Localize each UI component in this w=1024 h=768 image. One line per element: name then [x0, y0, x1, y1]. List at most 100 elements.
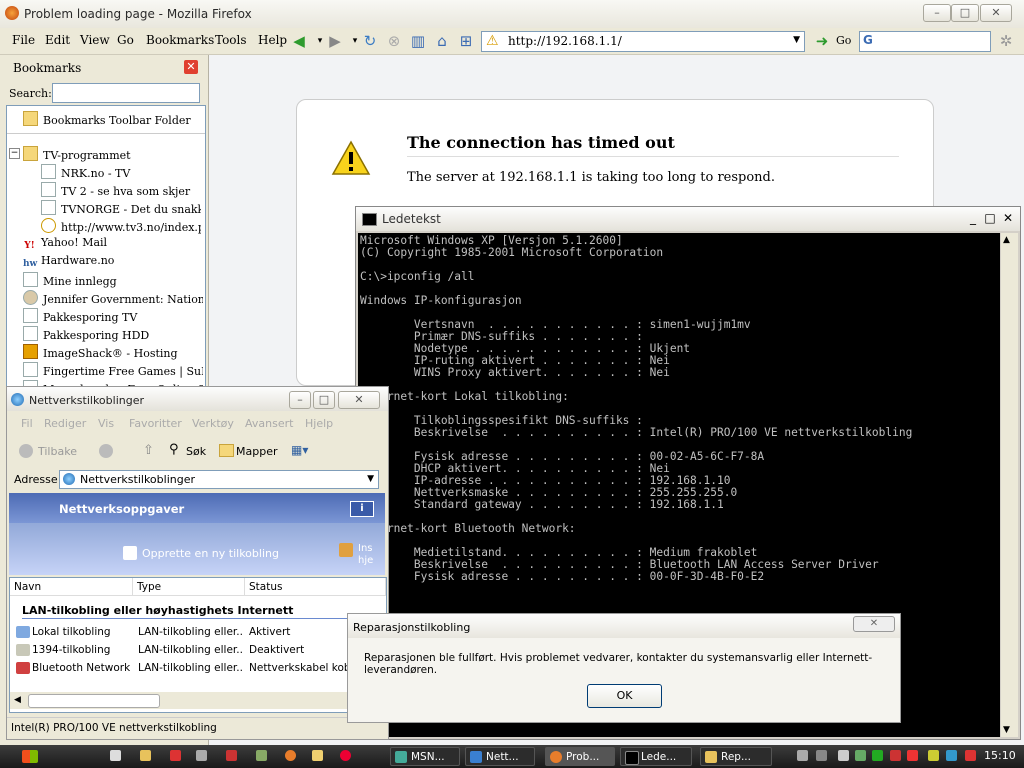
- forward-icon[interactable]: [99, 444, 113, 458]
- horizontal-scrollbar[interactable]: ◀: [10, 692, 386, 709]
- menu-go[interactable]: Go: [117, 33, 134, 47]
- explorer-minimize-button[interactable]: –: [289, 391, 311, 409]
- forward-arrow-icon[interactable]: ▶: [326, 32, 344, 50]
- column-status[interactable]: Status: [245, 578, 386, 596]
- ok-button[interactable]: OK: [587, 684, 662, 708]
- scroll-thumb[interactable]: [28, 694, 160, 708]
- tray-icon[interactable]: [872, 750, 883, 761]
- quicklaunch-icon[interactable]: [196, 750, 207, 761]
- home-icon[interactable]: ⌂: [433, 32, 451, 50]
- menu-avansert[interactable]: Avansert: [245, 417, 293, 430]
- menu-hjelp[interactable]: Hjelp: [305, 417, 333, 430]
- table-row[interactable]: Lokal tilkobling LAN-tilkobling eller...…: [10, 624, 386, 641]
- explorer-close-button[interactable]: ✕: [338, 391, 380, 409]
- back-icon[interactable]: [19, 444, 33, 458]
- tray-icon[interactable]: [965, 750, 976, 761]
- quicklaunch-icon[interactable]: [110, 750, 121, 761]
- bookmark-item[interactable]: Pakkesporing HDD: [23, 326, 203, 342]
- taskbar-item-repair[interactable]: Rep...: [700, 747, 772, 766]
- new-tab-icon[interactable]: ⊞: [457, 32, 475, 50]
- network-tray-icon[interactable]: [946, 750, 957, 761]
- bookmark-item[interactable]: TV 2 - se hva som skjer: [41, 182, 201, 198]
- sidebar-toggle-icon[interactable]: ▥: [409, 32, 427, 50]
- maximize-button[interactable]: □: [951, 4, 979, 22]
- bookmark-folder[interactable]: Bookmarks Toolbar Folder: [23, 111, 203, 127]
- reload-icon[interactable]: ↻: [361, 32, 379, 50]
- bookmark-item[interactable]: ImageShack® - Hosting: [23, 344, 203, 360]
- bookmark-item[interactable]: Y! Yahoo! Mail: [23, 236, 203, 253]
- bookmark-item[interactable]: TVNORGE - Det du snakker om: [41, 200, 201, 216]
- tray-icon[interactable]: [816, 750, 827, 761]
- back-button[interactable]: Tilbake: [38, 445, 77, 458]
- table-row[interactable]: 1394-tilkobling LAN-tilkobling eller... …: [10, 642, 386, 659]
- sidebar-close-icon[interactable]: ✕: [184, 60, 198, 74]
- cmd-close-button[interactable]: ✕: [1001, 211, 1015, 225]
- bookmark-item[interactable]: Pakkesporing TV: [23, 308, 203, 324]
- search-engine-icon[interactable]: G: [863, 33, 873, 47]
- taskbar-item-firefox[interactable]: Prob...: [545, 747, 615, 766]
- go-button[interactable]: Go: [836, 34, 851, 47]
- tray-icon[interactable]: [855, 750, 866, 761]
- cmd-maximize-button[interactable]: □: [983, 211, 997, 225]
- menu-view[interactable]: View: [80, 33, 110, 47]
- column-name[interactable]: Navn: [10, 578, 133, 596]
- firefox-quicklaunch-icon[interactable]: [285, 750, 296, 761]
- explorer-maximize-button[interactable]: □: [313, 391, 335, 409]
- menu-edit[interactable]: Edit: [45, 33, 70, 47]
- tray-icon[interactable]: [890, 750, 901, 761]
- explorer-quicklaunch-icon[interactable]: [312, 750, 323, 761]
- quicklaunch-icon[interactable]: [226, 750, 237, 761]
- bookmark-folder[interactable]: TV-programmet: [23, 146, 203, 162]
- menu-file[interactable]: File: [12, 33, 35, 47]
- collapse-icon[interactable]: −: [9, 148, 20, 159]
- taskbar-item-network[interactable]: Nett...: [465, 747, 535, 766]
- cmd-scrollbar[interactable]: ▲ ▼: [1001, 233, 1018, 737]
- menu-help[interactable]: Help: [258, 33, 287, 47]
- ati-icon[interactable]: [907, 750, 918, 761]
- menu-tools[interactable]: Tools: [215, 33, 247, 47]
- menu-fil[interactable]: Fil: [21, 417, 33, 430]
- menu-rediger[interactable]: Rediger: [44, 417, 86, 430]
- scroll-left-icon[interactable]: ◀: [14, 695, 21, 705]
- url-bar[interactable]: ⚠ http://192.168.1.1/ ▼: [481, 31, 805, 52]
- search-box[interactable]: G: [859, 31, 991, 52]
- menu-favoritter[interactable]: Favoritter: [129, 417, 182, 430]
- bookmark-item[interactable]: hw Hardware.no: [23, 254, 203, 271]
- bookmark-item[interactable]: Fingertime Free Games | SuDoku: [23, 362, 203, 378]
- back-arrow-icon[interactable]: ◀: [290, 32, 308, 50]
- bookmark-item[interactable]: NRK.no - TV: [41, 164, 201, 180]
- table-row[interactable]: Bluetooth Network LAN-tilkobling eller..…: [10, 660, 386, 677]
- tray-icon[interactable]: [838, 750, 849, 761]
- address-dropdown-icon[interactable]: ▼: [367, 474, 374, 484]
- info-icon[interactable]: i: [350, 501, 374, 517]
- minimize-button[interactable]: –: [923, 4, 951, 22]
- menu-bookmarks[interactable]: Bookmarks: [146, 33, 214, 47]
- menu-vis[interactable]: Vis: [98, 417, 114, 430]
- quicklaunch-icon[interactable]: [256, 750, 267, 761]
- address-input[interactable]: Nettverkstilkoblinger ▼: [59, 470, 379, 489]
- url-dropdown-icon[interactable]: ▼: [793, 35, 800, 45]
- taskbar-item-msn[interactable]: MSN...: [390, 747, 460, 766]
- scroll-down-icon[interactable]: ▼: [1003, 725, 1010, 735]
- bookmark-item[interactable]: Jennifer Government: NationStates: [23, 290, 203, 306]
- scroll-up-icon[interactable]: ▲: [1003, 235, 1010, 245]
- views-icon[interactable]: ▦▾: [291, 443, 308, 457]
- media-quicklaunch-icon[interactable]: [340, 750, 351, 761]
- dialog-close-button[interactable]: ✕: [853, 616, 895, 632]
- stop-icon[interactable]: ⊗: [385, 32, 403, 50]
- taskbar-item-cmd[interactable]: Lede...: [620, 747, 692, 766]
- close-button[interactable]: ✕: [980, 4, 1012, 22]
- folders-button[interactable]: Mapper: [236, 445, 278, 458]
- go-icon[interactable]: ➜: [813, 32, 831, 50]
- tray-icon[interactable]: [797, 750, 808, 761]
- bookmark-item[interactable]: http://www.tv3.no/index.php: [41, 218, 201, 234]
- up-folder-icon[interactable]: ⇧: [143, 443, 154, 458]
- tray-icon[interactable]: [928, 750, 939, 761]
- partial-task-link[interactable]: Ins hje: [358, 543, 385, 567]
- bookmark-item[interactable]: Mine innlegg: [23, 272, 203, 288]
- sidebar-search-input[interactable]: [52, 83, 200, 103]
- search-button[interactable]: Søk: [186, 445, 206, 458]
- quicklaunch-icon[interactable]: [170, 750, 181, 761]
- create-connection-link[interactable]: Opprette en ny tilkobling: [142, 547, 279, 560]
- start-icon[interactable]: [22, 750, 38, 763]
